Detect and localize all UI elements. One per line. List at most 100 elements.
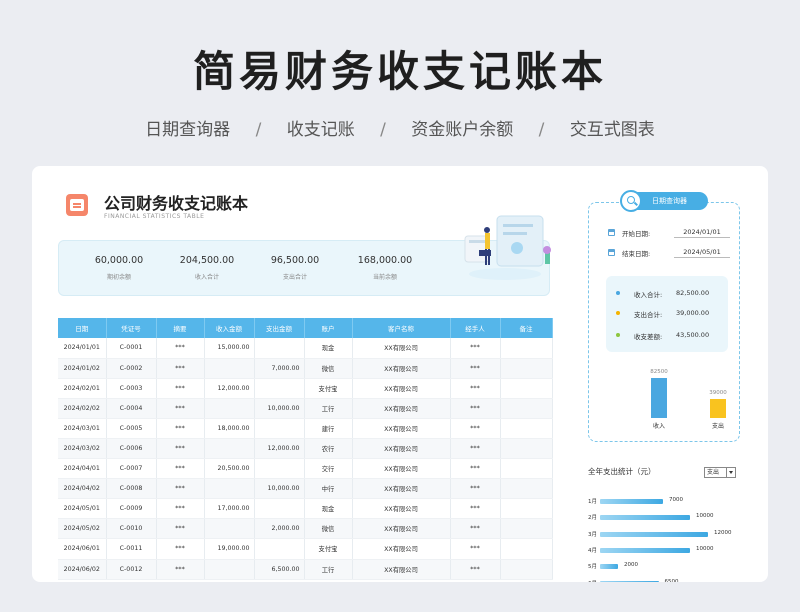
table-cell — [204, 358, 255, 379]
table-cell: *** — [156, 538, 205, 560]
yearly-bar-label: 2月 — [588, 515, 597, 522]
yearly-bar — [600, 547, 690, 553]
mini-bar-expense — [710, 399, 726, 418]
table-row[interactable]: 2024/02/01 C-0003 *** 12,000.00 支付宝 XX有限公司 *** — [58, 378, 553, 399]
table-cell: 2024/04/02 — [58, 478, 107, 500]
table-cell: 10,000.00 — [254, 398, 305, 419]
table-cell: 2024/06/02 — [58, 559, 107, 580]
table-row[interactable]: 2024/06/01 C-0011 *** 19,000.00 支付宝 XX有限公司 *** — [58, 538, 553, 560]
table-cell: *** — [450, 478, 501, 500]
table-row[interactable]: 2024/03/01 C-0005 *** 18,000.00 建行 XX有限公司 *** — [58, 418, 553, 439]
table-cell: C-0011 — [106, 538, 157, 560]
stat-value: 43,500.00 — [676, 331, 710, 339]
yearly-bar-value: 7000 — [669, 497, 683, 503]
table-cell: C-0005 — [106, 418, 157, 439]
table-cell: 2024/02/01 — [58, 378, 107, 399]
table-cell: 17,000.00 — [204, 498, 255, 520]
income-expense-mini-chart: 82500 收入 39000 支出 — [606, 364, 728, 434]
date-query-button[interactable]: 日期查询器 — [620, 190, 708, 212]
table-cell: *** — [450, 418, 501, 439]
ledger-body: 2024/01/01 C-0001 *** 15,000.00 现金 XX有限公司 *** 2… — [58, 338, 553, 580]
yearly-bar-value: 10000 — [696, 513, 714, 520]
table-cell: 12,000.00 — [254, 438, 305, 460]
yearly-bar-label: 3月 — [588, 531, 597, 538]
end-date-label: 结束日期: — [622, 250, 651, 258]
table-cell: 10,000.00 — [254, 478, 305, 500]
feature-separator: / — [538, 120, 545, 140]
table-cell: 2024/05/01 — [58, 498, 107, 520]
ledger-table: 日期 凭证号 摘要 收入金额 支出金额 账户 客户名称 经手人 备注 2024/01/01 C-0… — [58, 318, 553, 580]
table-cell: 工行 — [304, 398, 353, 419]
table-cell — [254, 338, 305, 359]
date-query-button-label: 日期查询器 — [652, 197, 687, 205]
table-row[interactable]: 2024/04/01 C-0007 *** 20,500.00 交行 XX有限公司 *** — [58, 458, 553, 480]
table-cell: 6,500.00 — [254, 559, 305, 580]
table-cell: *** — [156, 378, 205, 399]
hero-features: 日期查询器 / 收支记账 / 资金账户余额 / 交互式图表 — [0, 115, 800, 140]
search-icon — [620, 190, 642, 212]
table-cell: 2,000.00 — [254, 518, 305, 540]
table-row[interactable]: 2024/06/02 C-0012 *** 6,500.00 工行 XX有限公司 *** — [58, 559, 553, 580]
yearly-bar — [600, 499, 663, 504]
chevron-down-icon[interactable] — [726, 468, 735, 477]
table-cell: XX有限公司 — [352, 438, 451, 460]
mini-bar-label-income: 收入 — [652, 423, 665, 430]
table-row[interactable]: 2024/03/02 C-0006 *** 12,000.00 农行 XX有限公司 *** — [58, 438, 553, 460]
yearly-bar-row: 5月 2000 — [588, 562, 758, 572]
table-cell: *** — [450, 498, 501, 520]
table-cell: 2024/03/02 — [58, 438, 107, 460]
table-row[interactable]: 2024/02/02 C-0004 *** 10,000.00 工行 XX有限公司 *** — [58, 398, 553, 419]
start-date-input[interactable]: 2024/01/01 — [674, 228, 730, 238]
yearly-bar-value: 6500 — [664, 578, 679, 583]
yearly-chart-title: 全年支出统计（元） — [588, 467, 656, 476]
column-header: 客户名称 — [352, 318, 451, 338]
table-cell: 15,000.00 — [204, 338, 255, 359]
table-cell: *** — [156, 358, 205, 379]
table-cell — [254, 418, 305, 439]
column-header: 日期 — [58, 318, 107, 338]
table-cell: C-0012 — [106, 559, 157, 580]
table-cell: 20,500.00 — [204, 458, 255, 480]
yearly-bar-value: 12000 — [714, 529, 732, 536]
summary-value: 168,000.00 — [357, 255, 413, 266]
calendar-icon — [608, 229, 615, 236]
income-dot-icon — [616, 290, 620, 295]
stat-income: 收入合计: 82,500.00 — [616, 289, 726, 301]
table-row[interactable]: 2024/01/01 C-0001 *** 15,000.00 现金 XX有限公司 *** — [58, 338, 553, 359]
table-cell — [254, 538, 305, 560]
mini-bar-value-income: 82500 — [650, 369, 668, 375]
table-cell — [500, 518, 553, 540]
table-cell: 现金 — [304, 338, 353, 359]
table-cell — [500, 478, 553, 500]
summary-value: 204,500.00 — [179, 255, 235, 266]
end-date-row: 结束日期: 2024/05/01 — [608, 248, 730, 260]
mini-bar-income — [651, 378, 667, 418]
table-cell — [254, 458, 305, 480]
feature-interactive-chart: 交互式图表 — [569, 120, 655, 140]
table-cell: C-0001 — [106, 338, 157, 359]
table-cell — [500, 498, 553, 520]
table-cell — [204, 559, 255, 580]
table-cell: 支付宝 — [304, 538, 353, 560]
yearly-type-select[interactable]: 支出 — [704, 467, 736, 478]
table-cell: 19,000.00 — [204, 538, 255, 560]
column-header: 备注 — [500, 318, 553, 338]
table-row[interactable]: 2024/05/01 C-0009 *** 17,000.00 现金 XX有限公司 *** — [58, 498, 553, 520]
column-header: 经手人 — [450, 318, 501, 338]
table-cell: *** — [156, 398, 205, 419]
table-cell: XX有限公司 — [352, 458, 451, 480]
yearly-bar-row: 1月 7000 — [588, 497, 758, 507]
stat-label: 收入合计: — [634, 291, 663, 299]
end-date-input[interactable]: 2024/05/01 — [674, 248, 730, 258]
table-cell — [204, 518, 255, 540]
yearly-bar-value: 2000 — [624, 562, 638, 569]
ledger-book-icon — [66, 194, 88, 216]
table-row[interactable]: 2024/05/02 C-0010 *** 2,000.00 微信 XX有限公司 *** — [58, 518, 553, 540]
table-cell: XX有限公司 — [352, 378, 451, 399]
yearly-bar-row: 2月 10000 — [588, 513, 758, 523]
table-row[interactable]: 2024/04/02 C-0008 *** 10,000.00 中行 XX有限公司 *** — [58, 478, 553, 500]
table-cell: 7,000.00 — [254, 358, 305, 379]
table-cell: XX有限公司 — [352, 498, 451, 520]
table-cell: 2024/01/01 — [58, 338, 107, 359]
table-row[interactable]: 2024/01/02 C-0002 *** 7,000.00 微信 XX有限公司 *** — [58, 358, 553, 379]
